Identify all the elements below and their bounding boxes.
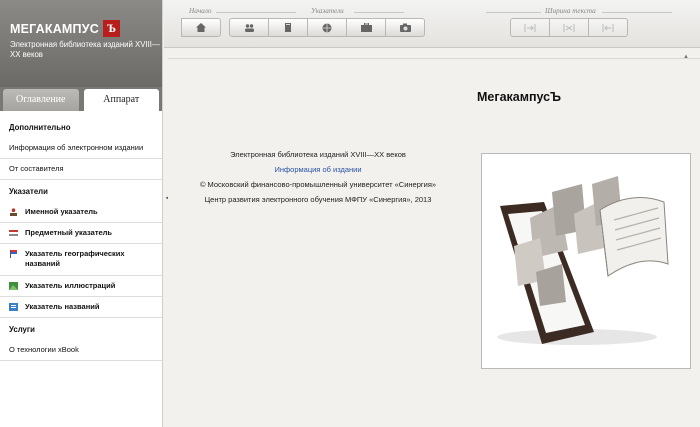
group-label-indexes: Указатели (311, 7, 344, 15)
start-button-group (181, 18, 221, 37)
brand-header: МЕГАКАМПУС Ъ Электронная библиотека издан… (0, 0, 162, 87)
menu-item-compiler[interactable]: От составителя (0, 159, 162, 180)
home-button[interactable] (181, 18, 221, 37)
book-icon (285, 23, 291, 32)
menu-item-geo-index[interactable]: Указатель географических названий (0, 244, 162, 276)
titles-index-icon (9, 302, 18, 311)
menu-item-titles-index[interactable]: Указатель названий (0, 297, 162, 318)
medium-width-button[interactable] (549, 18, 589, 37)
sidebar: МЕГАКАМПУС Ъ Электронная библиотека издан… (0, 0, 163, 427)
group-divider (602, 12, 672, 13)
menu-item-label: Указатель иллюстраций (25, 281, 116, 290)
menu-item-label: Указатель географических названий (25, 249, 125, 268)
toolbar: Начало Указатели Ширина текста (164, 0, 700, 48)
subject-index-button[interactable] (268, 18, 308, 37)
section-additional: Дополнительно (9, 123, 71, 132)
content-area: ▲ МегакампусЪ Электронная библиотека изд… (168, 54, 700, 427)
info-line-library: Электронная библиотека изданий XVIII—XX … (230, 150, 406, 159)
camera-icon (399, 23, 411, 32)
scroll-up-icon[interactable]: ▲ (683, 54, 689, 60)
group-divider (216, 12, 296, 13)
section-services: Услуги (9, 325, 35, 334)
subject-index-icon (9, 229, 18, 236)
illustrations-index-button[interactable] (346, 18, 386, 37)
medium-icon (563, 23, 575, 32)
tab-bar: Оглавление Аппарат (0, 87, 162, 111)
narrow-width-button[interactable] (510, 18, 550, 37)
picture-index-icon (9, 281, 18, 290)
info-line-center: Центр развития электронного обучения МФП… (204, 195, 432, 204)
brand-title: МЕГАКАМПУС (10, 21, 99, 36)
tab-apparatus[interactable]: Аппарат (83, 89, 159, 111)
apparatus-menu: Дополнительно Информация об электронном … (0, 111, 162, 361)
menu-item-label: Именной указатель (25, 207, 98, 216)
narrow-icon (524, 23, 536, 32)
edition-info-block: Электронная библиотека изданий XVIII—XX … (168, 147, 468, 207)
menu-item-label: От составителя (9, 164, 64, 173)
group-label-text-width: Ширина текста (545, 7, 596, 15)
group-divider (486, 12, 541, 13)
home-icon (196, 23, 206, 32)
book-title: МегакампусЪ (477, 90, 561, 104)
menu-item-name-index[interactable]: Именной указатель (0, 202, 162, 223)
wide-width-button[interactable] (588, 18, 628, 37)
edition-info-link[interactable]: Информация об издании (168, 162, 468, 177)
menu-item-label: Указатель названий (25, 302, 100, 311)
indexes-button-group (229, 18, 425, 37)
text-width-button-group (510, 18, 628, 37)
globe-icon (322, 23, 332, 32)
name-index-button[interactable] (229, 18, 269, 37)
wide-icon (602, 23, 614, 32)
group-label-start: Начало (189, 7, 212, 15)
person-index-icon (10, 207, 17, 216)
ebook-illustration (497, 176, 669, 345)
cover-image (481, 153, 691, 369)
tab-contents[interactable]: Оглавление (3, 89, 79, 111)
menu-item-subject-index[interactable]: Предметный указатель (0, 223, 162, 244)
menu-item-label: Информация об электронном издании (9, 143, 144, 152)
brand-logo: Ъ (102, 20, 120, 37)
menu-item-label: О технологии xBook (9, 345, 79, 354)
titles-index-button[interactable] (385, 18, 425, 37)
people-icon (244, 23, 254, 32)
menu-item-xbook[interactable]: О технологии xBook (0, 340, 162, 361)
section-indexes: Указатели (9, 187, 48, 196)
brand-subtitle: Электронная библиотека изданий XVIII—XX … (10, 40, 160, 59)
info-line-copyright: © Московский финансово-промышленный унив… (199, 180, 437, 189)
briefcase-icon (360, 23, 372, 32)
group-divider (354, 12, 404, 13)
flag-index-icon (10, 250, 17, 258)
menu-item-illustrations-index[interactable]: Указатель иллюстраций (0, 276, 162, 297)
menu-item-edition-info[interactable]: Информация об электронном издании (0, 138, 162, 159)
geo-index-button[interactable] (307, 18, 347, 37)
menu-item-label: Предметный указатель (25, 228, 113, 237)
